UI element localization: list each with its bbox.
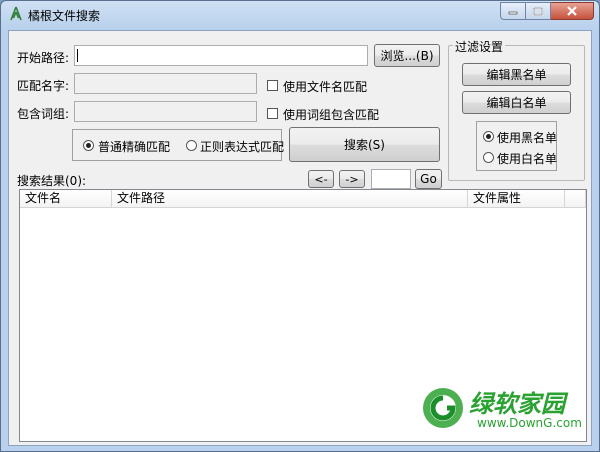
- edit-blacklist-button[interactable]: 编辑黑名单: [462, 63, 571, 86]
- minimize-button[interactable]: [500, 2, 526, 20]
- results-count-label: 搜索结果(0):: [17, 174, 87, 188]
- prev-page-button[interactable]: <-: [308, 170, 334, 188]
- go-button[interactable]: Go: [415, 169, 442, 189]
- use-blacklist-label: 使用黑名单: [497, 131, 558, 145]
- edit-whitelist-button[interactable]: 编辑白名单: [462, 91, 571, 114]
- watermark: 绿软家园 www.DownG.com: [421, 384, 582, 434]
- window-title: 橘根文件搜索: [28, 9, 101, 23]
- normal-match-radio[interactable]: [83, 140, 94, 151]
- title-bar[interactable]: 橘根文件搜索: [1, 1, 599, 27]
- filename-match-checkbox[interactable]: [267, 80, 278, 91]
- use-blacklist-radio[interactable]: [483, 131, 494, 142]
- regex-match-label: 正则表达式匹配: [200, 140, 285, 154]
- browse-button[interactable]: 浏览...(B): [374, 44, 440, 67]
- words-match-checkbox[interactable]: [267, 108, 278, 119]
- filename-match-label: 使用文件名匹配: [283, 80, 368, 94]
- watermark-logo-icon: [423, 388, 463, 428]
- maximize-button[interactable]: [526, 2, 551, 20]
- maximize-icon: [533, 6, 543, 16]
- match-mode-group: 普通精确匹配 正则表达式匹配: [72, 129, 285, 161]
- words-match-label: 使用词组包含匹配: [283, 108, 380, 122]
- next-page-button[interactable]: ->: [339, 170, 365, 188]
- column-header-attributes[interactable]: 文件属性: [468, 190, 565, 208]
- column-header-filename[interactable]: 文件名: [20, 190, 112, 208]
- app-window: 橘根文件搜索 开始路径: 浏览...(B) 匹配名字: 使用文件名匹配 包含词组…: [0, 0, 600, 452]
- search-button[interactable]: 搜索(S): [289, 127, 440, 162]
- start-path-input[interactable]: [74, 45, 368, 66]
- minimize-icon: [508, 11, 518, 15]
- list-mode-group: 使用黑名单 使用白名单: [476, 121, 557, 171]
- watermark-url: www.DownG.com: [477, 416, 582, 430]
- close-button[interactable]: [551, 2, 594, 20]
- close-icon: [567, 6, 577, 16]
- page-number-input[interactable]: [371, 169, 411, 189]
- use-whitelist-label: 使用白名单: [497, 152, 558, 166]
- text-caret: [77, 49, 78, 62]
- start-path-label: 开始路径:: [17, 51, 70, 65]
- contains-words-input[interactable]: [74, 101, 257, 122]
- match-name-input[interactable]: [74, 73, 257, 94]
- watermark-brand: 绿软家园: [469, 390, 565, 418]
- match-name-label: 匹配名字:: [17, 79, 70, 93]
- column-header-filler: [565, 190, 586, 208]
- filter-settings-title: 过滤设置: [453, 38, 506, 55]
- contains-words-label: 包含词组:: [17, 107, 70, 121]
- column-header-filepath[interactable]: 文件路径: [112, 190, 468, 208]
- use-whitelist-radio[interactable]: [483, 152, 494, 163]
- normal-match-label: 普通精确匹配: [98, 140, 171, 154]
- app-logo-icon: [10, 6, 22, 21]
- regex-match-radio[interactable]: [186, 140, 197, 151]
